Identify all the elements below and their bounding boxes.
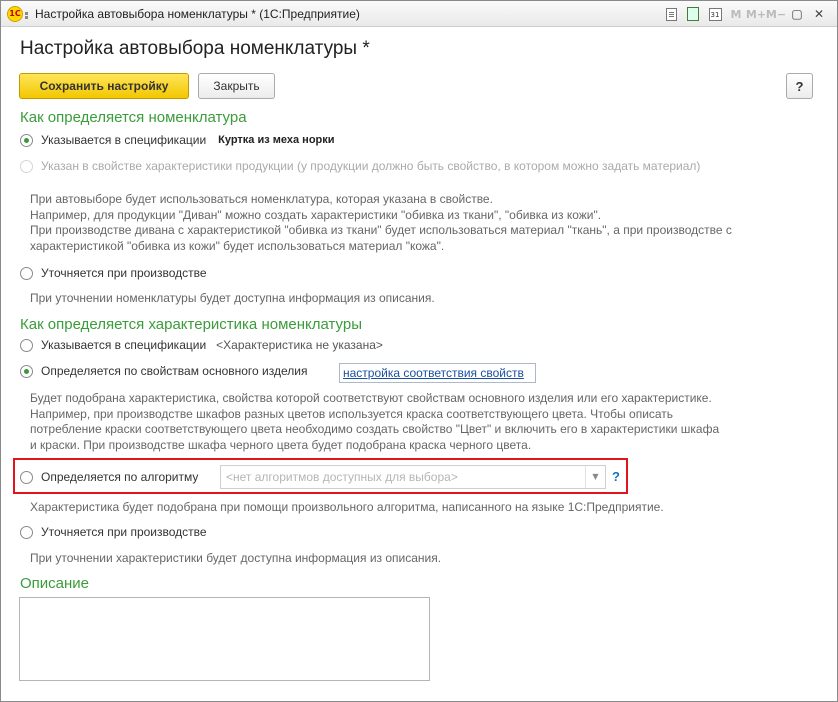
hint-line: При производстве дивана с характеристико…	[30, 223, 732, 237]
option-label: Определяется по свойствам основного изде…	[41, 364, 308, 378]
calendar-icon[interactable]: 31	[705, 4, 725, 24]
title-bar: 1С Настройка автовыбора номенклатуры * (…	[1, 1, 837, 27]
print-document-icon[interactable]	[661, 4, 681, 24]
nomenclature-production-option[interactable]: Уточняется при производстве	[20, 264, 207, 282]
algorithm-select[interactable]: <нет алгоритмов доступных для выбора> ▼	[220, 465, 606, 489]
form-window: 1С Настройка автовыбора номенклатуры * (…	[0, 0, 838, 702]
description-textarea[interactable]	[19, 597, 430, 681]
memory-plus-button[interactable]: M+	[746, 4, 766, 24]
radio-button[interactable]	[20, 266, 33, 280]
nomenclature-spec-value: Куртка из меха норки	[218, 134, 335, 146]
nomenclature-property-hint: При автовыборе будет использоваться номе…	[30, 192, 732, 254]
radio-button[interactable]	[20, 470, 33, 484]
option-label: Указывается в спецификации	[41, 133, 207, 147]
nomenclature-production-hint: При уточнении номенклатуры будет доступн…	[30, 291, 435, 305]
characteristic-algorithm-option[interactable]: Определяется по алгоритму	[20, 468, 198, 486]
option-label: Указан в свойстве характеристики продукц…	[41, 159, 701, 173]
close-window-icon[interactable]: ✕	[809, 4, 829, 24]
characteristic-spec-value[interactable]: <Характеристика не указана>	[216, 338, 383, 352]
main-menu-icon[interactable]	[25, 12, 31, 19]
memory-m-button[interactable]: M	[727, 4, 745, 24]
title-bar-toolbar: 31 M M+ M− ▢ ✕	[661, 4, 829, 24]
characteristic-properties-option[interactable]: Определяется по свойствам основного изде…	[20, 362, 307, 380]
hint-line: потребление краски соответствующего цвет…	[30, 422, 720, 436]
option-label: Определяется по алгоритму	[41, 470, 199, 484]
algorithm-help-link[interactable]: ?	[612, 469, 620, 484]
calculator-icon[interactable]	[683, 4, 703, 24]
characteristic-spec-option[interactable]: Указывается в спецификации <Характеристи…	[20, 336, 383, 354]
restore-window-icon[interactable]: ▢	[787, 4, 807, 24]
description-title: Описание	[20, 575, 90, 592]
radio-button[interactable]	[20, 364, 33, 378]
close-button[interactable]: Закрыть	[198, 73, 275, 99]
properties-mapping-link-box[interactable]: настройка соответствия свойств	[339, 363, 536, 383]
hint-line: характеристикой "обивка из кожи" будет и…	[30, 238, 445, 253]
hint-line: При автовыборе будет использоваться номе…	[30, 192, 493, 206]
radio-button[interactable]	[20, 133, 33, 147]
nomenclature-spec-option[interactable]: Указывается в спецификации Куртка из мех…	[20, 131, 335, 149]
help-button[interactable]: ?	[786, 73, 813, 99]
radio-button[interactable]	[20, 338, 33, 352]
option-label: Уточняется при производстве	[41, 266, 207, 280]
hint-line: Например, при производстве шкафов разных…	[30, 406, 674, 421]
hint-line: Например, для продукции "Диван" можно со…	[30, 207, 602, 222]
nomenclature-property-option: Указан в свойстве характеристики продукц…	[20, 157, 700, 175]
hint-line: Будет подобрана характеристика, свойства…	[30, 391, 712, 405]
window-title: Настройка автовыбора номенклатуры * (1С:…	[35, 7, 360, 21]
save-settings-button[interactable]: Сохранить настройку	[19, 73, 189, 99]
characteristic-production-option[interactable]: Уточняется при производстве	[20, 523, 207, 541]
characteristic-properties-hint: Будет подобрана характеристика, свойства…	[30, 391, 719, 453]
dropdown-arrow-icon[interactable]: ▼	[585, 466, 605, 488]
characteristic-production-hint: При уточнении характеристики будет досту…	[30, 551, 442, 565]
properties-mapping-link[interactable]: настройка соответствия свойств	[343, 366, 524, 380]
hint-line: и краски. При производстве шкафа черного…	[30, 437, 532, 452]
app-logo-icon[interactable]: 1С	[7, 6, 23, 22]
algorithm-select-placeholder: <нет алгоритмов доступных для выбора>	[226, 470, 458, 484]
nomenclature-group-title: Как определяется номенклатура	[20, 109, 247, 126]
radio-button	[20, 159, 33, 173]
characteristic-group-title: Как определяется характеристика номенкла…	[20, 316, 362, 333]
radio-button[interactable]	[20, 525, 33, 539]
page-title: Настройка автовыбора номенклатуры *	[20, 38, 370, 59]
memory-minus-button[interactable]: M−	[766, 4, 786, 24]
characteristic-algorithm-hint: Характеристика будет подобрана при помощ…	[30, 500, 664, 514]
option-label: Указывается в спецификации	[41, 338, 207, 352]
option-label: Уточняется при производстве	[41, 525, 207, 539]
